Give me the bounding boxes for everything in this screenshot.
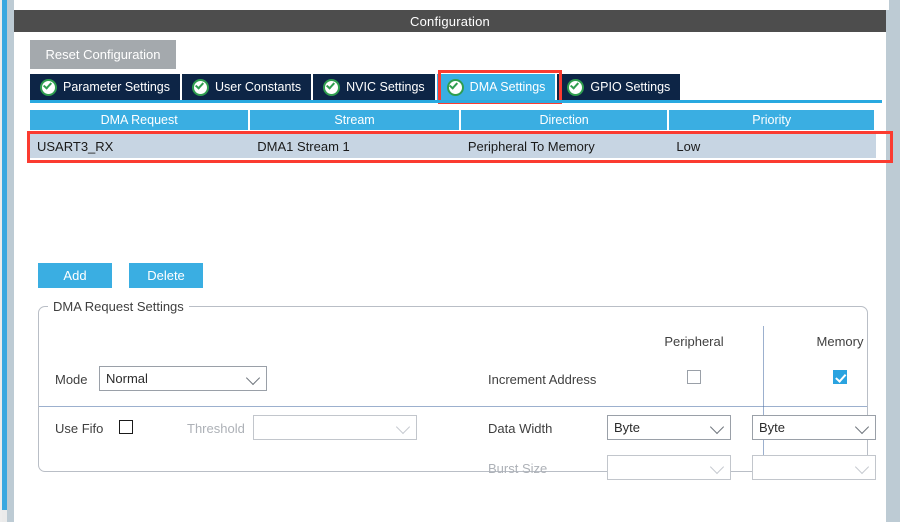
section-divider-horizontal	[39, 406, 867, 407]
data-width-peripheral-select[interactable]: Byte	[607, 415, 731, 440]
column-header-dma-request[interactable]: DMA Request	[30, 110, 248, 130]
cell-direction: Peripheral To Memory	[461, 134, 668, 158]
mode-select[interactable]: Normal	[99, 366, 267, 391]
burst-size-peripheral-select[interactable]	[607, 455, 731, 480]
window-title-bar: Configuration	[14, 10, 886, 32]
tab-label: Parameter Settings	[63, 80, 170, 94]
tab-gpio-settings[interactable]: GPIO Settings	[557, 74, 680, 100]
column-label-peripheral: Peripheral	[632, 334, 756, 349]
increment-address-label: Increment Address	[488, 372, 596, 387]
column-label-memory: Memory	[779, 334, 900, 349]
check-circle-icon	[447, 79, 464, 96]
delete-button[interactable]: Delete	[129, 263, 203, 288]
data-width-memory-select[interactable]: Byte	[752, 415, 876, 440]
tab-label: NVIC Settings	[346, 80, 425, 94]
burst-size-label: Burst Size	[488, 461, 547, 476]
dma-request-settings-legend: DMA Request Settings	[48, 299, 189, 314]
cell-stream: DMA1 Stream 1	[250, 134, 459, 158]
check-circle-icon	[323, 79, 340, 96]
page-title: Configuration	[410, 14, 490, 29]
tab-user-constants[interactable]: User Constants	[182, 74, 311, 100]
column-header-priority[interactable]: Priority	[669, 110, 874, 130]
table-action-buttons: Add Delete	[38, 263, 886, 288]
cell-priority: Low	[669, 134, 874, 158]
tab-label: User Constants	[215, 80, 301, 94]
left-pane-border	[7, 0, 14, 522]
cell-dma-request: USART3_RX	[30, 134, 248, 158]
threshold-select[interactable]	[253, 415, 417, 440]
chevron-down-icon	[710, 459, 724, 473]
burst-size-memory-select[interactable]	[752, 455, 876, 480]
tab-parameter-settings[interactable]: Parameter Settings	[30, 74, 180, 100]
tab-nvic-settings[interactable]: NVIC Settings	[313, 74, 435, 100]
column-header-direction[interactable]: Direction	[461, 110, 668, 130]
data-width-label: Data Width	[488, 421, 552, 436]
tab-label: GPIO Settings	[590, 80, 670, 94]
use-fifo-checkbox[interactable]	[119, 420, 133, 434]
chevron-down-icon	[855, 459, 869, 473]
reset-configuration-button[interactable]: Reset Configuration	[30, 40, 176, 69]
data-width-memory-value: Byte	[759, 420, 785, 435]
column-divider-vertical	[763, 326, 764, 471]
chevron-down-icon	[246, 370, 260, 384]
configuration-window: Configuration Reset Configuration Parame…	[14, 10, 886, 522]
dma-request-settings-group: DMA Request Settings Peripheral Memory M…	[38, 299, 868, 472]
tab-label: DMA Settings	[470, 80, 546, 94]
chevron-down-icon	[855, 419, 869, 433]
data-width-peripheral-value: Byte	[614, 420, 640, 435]
mode-select-value: Normal	[106, 371, 148, 386]
increment-address-peripheral-checkbox[interactable]	[687, 370, 701, 384]
tab-dma-settings[interactable]: DMA Settings	[437, 74, 556, 100]
check-circle-icon	[567, 79, 584, 96]
application-root: Configuration Reset Configuration Parame…	[0, 0, 900, 522]
column-header-stream[interactable]: Stream	[250, 110, 459, 130]
chevron-down-icon	[396, 419, 410, 433]
dma-request-table: DMA Request Stream Direction Priority US…	[30, 110, 876, 158]
mode-label: Mode	[55, 372, 88, 387]
settings-tab-bar: Parameter Settings User Constants NVIC S…	[14, 74, 886, 100]
right-pane-border	[886, 0, 900, 522]
dma-request-settings-body: Peripheral Memory Mode Normal Use Fifo T…	[39, 314, 867, 471]
add-button[interactable]: Add	[38, 263, 112, 288]
use-fifo-label: Use Fifo	[55, 421, 103, 436]
threshold-label: Threshold	[187, 421, 245, 436]
right-pane-notch	[886, 0, 889, 10]
table-header-row: DMA Request Stream Direction Priority	[30, 110, 876, 130]
table-row[interactable]: USART3_RX DMA1 Stream 1 Peripheral To Me…	[30, 134, 876, 158]
table-body: USART3_RX DMA1 Stream 1 Peripheral To Me…	[30, 134, 876, 158]
increment-address-memory-checkbox[interactable]	[833, 370, 847, 384]
check-circle-icon	[40, 79, 57, 96]
chevron-down-icon	[710, 419, 724, 433]
check-circle-icon	[192, 79, 209, 96]
top-strip	[14, 0, 886, 10]
reset-toolbar: Reset Configuration	[14, 32, 886, 68]
